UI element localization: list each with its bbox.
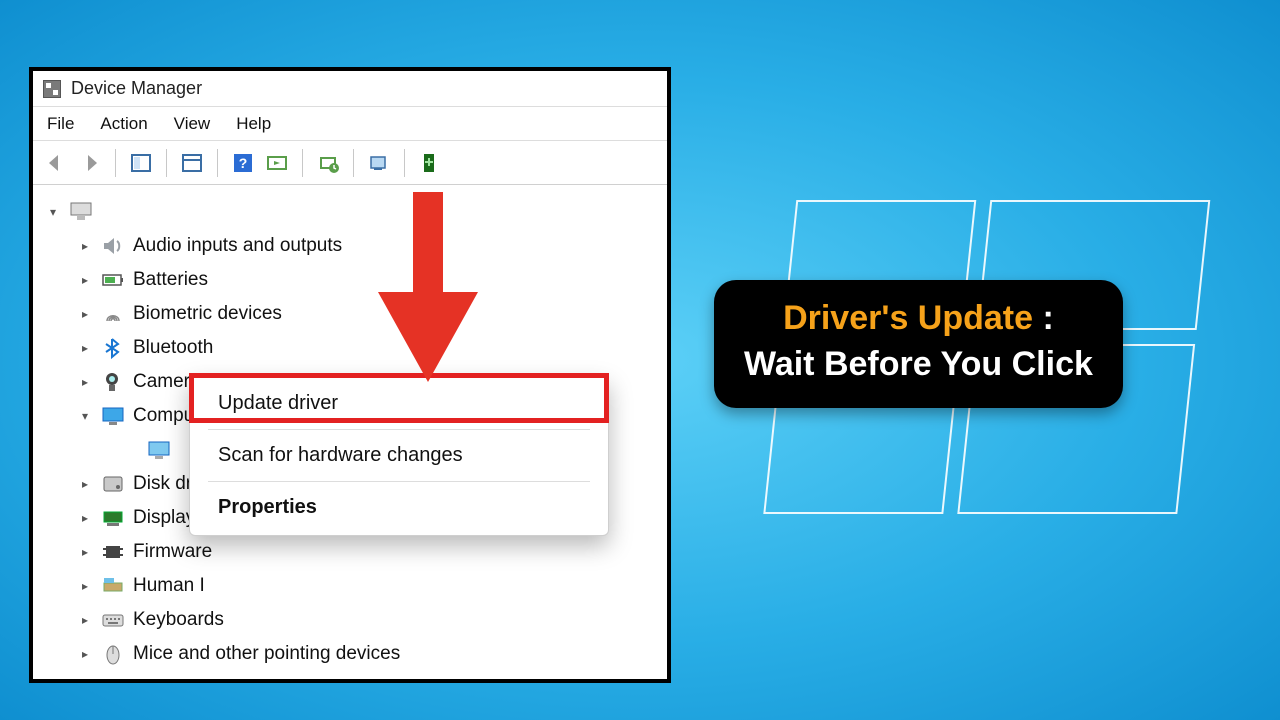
- chevron-right-icon[interactable]: [77, 239, 93, 253]
- tree-item-keyboards[interactable]: Keyboards: [41, 603, 659, 637]
- separator: [217, 149, 218, 177]
- chevron-right-icon[interactable]: [77, 545, 93, 559]
- separator: [115, 149, 116, 177]
- tree-item-audio[interactable]: Audio inputs and outputs: [41, 229, 659, 263]
- monitor-icon: [101, 405, 125, 427]
- menu-help[interactable]: Help: [236, 114, 271, 134]
- tree-label: Monitors: [133, 677, 206, 679]
- display-adapter-icon: [101, 507, 125, 529]
- toolbar: ?: [33, 141, 667, 185]
- caption-line1-highlight: Driver's Update: [783, 299, 1033, 337]
- chevron-down-icon[interactable]: [77, 409, 93, 423]
- tree-label: Human I: [133, 575, 205, 597]
- menu-view[interactable]: View: [174, 114, 211, 134]
- window-title: Device Manager: [71, 78, 202, 99]
- chevron-right-icon[interactable]: [77, 477, 93, 491]
- context-update-driver[interactable]: Update driver: [190, 382, 608, 425]
- chip-icon: [101, 541, 125, 563]
- titlebar: Device Manager: [33, 71, 667, 107]
- monitor-icon: [101, 677, 125, 679]
- tree-label: Bluetooth: [133, 337, 213, 359]
- tree-label: Batteries: [133, 269, 208, 291]
- menubar: File Action View Help: [33, 107, 667, 141]
- device-manager-icon: [43, 80, 61, 98]
- camera-icon: [101, 371, 125, 393]
- context-menu: Update driver Scan for hardware changes …: [189, 375, 609, 536]
- tree-label: Keyboards: [133, 609, 224, 631]
- context-scan-hardware[interactable]: Scan for hardware changes: [190, 434, 608, 477]
- separator: [353, 149, 354, 177]
- separator: [302, 149, 303, 177]
- back-icon[interactable]: [41, 148, 71, 178]
- show-hide-tree-icon[interactable]: [126, 148, 156, 178]
- help-icon[interactable]: ?: [228, 148, 258, 178]
- chevron-right-icon[interactable]: [77, 647, 93, 661]
- chevron-right-icon[interactable]: [77, 579, 93, 593]
- caption-line2: Wait Before You Click: [744, 345, 1093, 383]
- hid-icon: [101, 575, 125, 597]
- tree-item-batteries[interactable]: Batteries: [41, 263, 659, 297]
- chevron-right-icon[interactable]: [77, 375, 93, 389]
- forward-icon[interactable]: [75, 148, 105, 178]
- battery-icon: [101, 269, 125, 291]
- chevron-right-icon[interactable]: [77, 341, 93, 355]
- stage: Device Manager File Action View Help: [0, 0, 1280, 720]
- chevron-right-icon[interactable]: [77, 307, 93, 321]
- separator: [208, 481, 590, 482]
- tree-item-monitors[interactable]: Monitors: [41, 671, 659, 679]
- add-legacy-hardware-icon[interactable]: [415, 148, 445, 178]
- chevron-right-icon[interactable]: [77, 511, 93, 525]
- tree-label: Mice and other pointing devices: [133, 643, 400, 665]
- tree-root[interactable]: [41, 195, 659, 229]
- caption-pill: Driver's Update : Wait Before You Click: [714, 280, 1123, 408]
- context-properties[interactable]: Properties: [190, 486, 608, 529]
- tree-label: Biometric devices: [133, 303, 282, 325]
- properties-icon[interactable]: [177, 148, 207, 178]
- disk-icon: [101, 473, 125, 495]
- svg-text:?: ?: [239, 155, 248, 171]
- bluetooth-icon: [101, 337, 125, 359]
- menu-file[interactable]: File: [47, 114, 74, 134]
- update-driver-icon[interactable]: [313, 148, 343, 178]
- scan-hardware-icon[interactable]: [262, 148, 292, 178]
- separator: [166, 149, 167, 177]
- speaker-icon: [101, 235, 125, 257]
- tree-label: Audio inputs and outputs: [133, 235, 342, 257]
- chevron-down-icon[interactable]: [45, 205, 61, 219]
- tree-item-hid[interactable]: Human I: [41, 569, 659, 603]
- tree-item-biometric[interactable]: Biometric devices: [41, 297, 659, 331]
- menu-action[interactable]: Action: [100, 114, 147, 134]
- tree-label: Firmware: [133, 541, 212, 563]
- tree-item-bluetooth[interactable]: Bluetooth: [41, 331, 659, 365]
- tree-item-firmware[interactable]: Firmware: [41, 535, 659, 569]
- separator: [208, 429, 590, 430]
- caption-line1-colon: :: [1033, 299, 1054, 337]
- tree-item-mice[interactable]: Mice and other pointing devices: [41, 637, 659, 671]
- fingerprint-icon: [101, 303, 125, 325]
- separator: [404, 149, 405, 177]
- computer-root-icon: [69, 201, 93, 223]
- chevron-right-icon[interactable]: [77, 613, 93, 627]
- keyboard-icon: [101, 609, 125, 631]
- mouse-icon: [101, 643, 125, 665]
- monitor-icon: [147, 439, 171, 461]
- chevron-right-icon[interactable]: [77, 273, 93, 287]
- uninstall-device-icon[interactable]: [364, 148, 394, 178]
